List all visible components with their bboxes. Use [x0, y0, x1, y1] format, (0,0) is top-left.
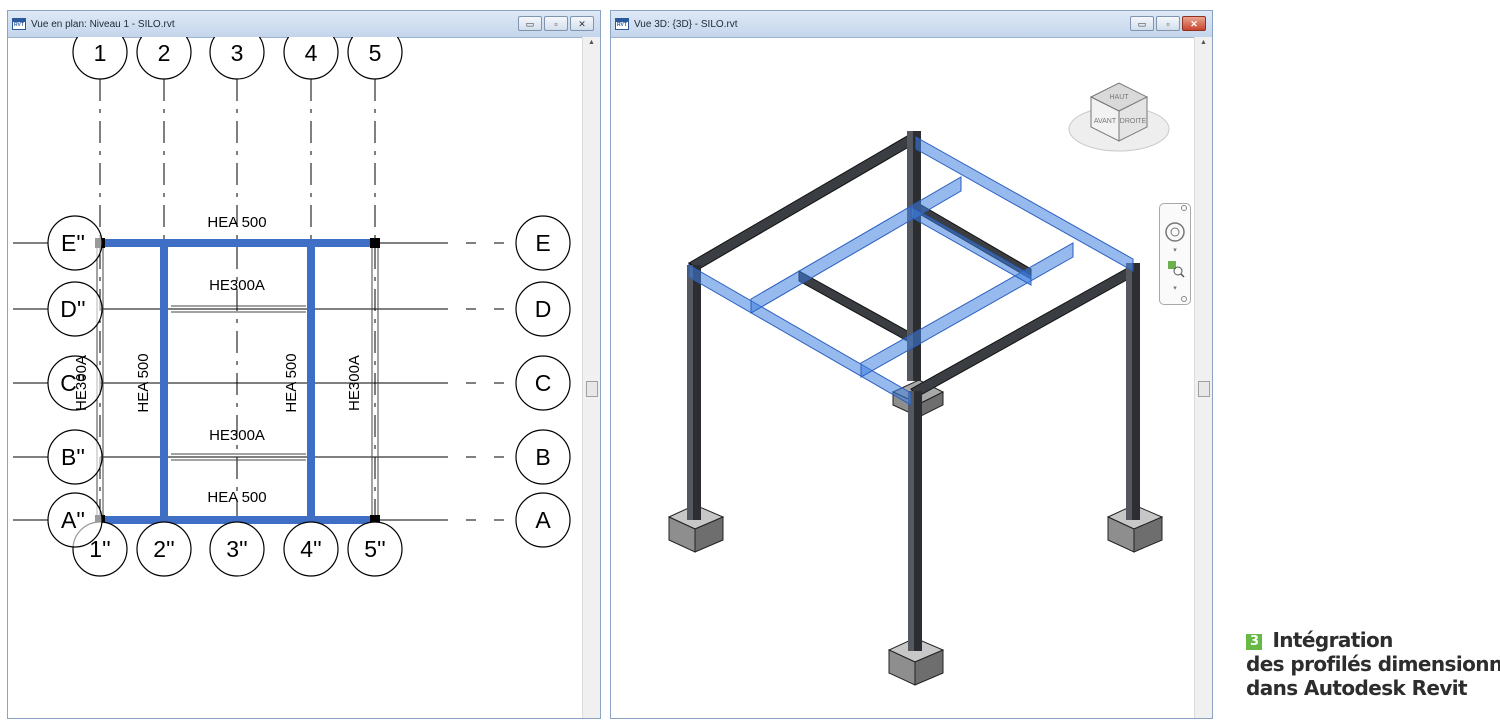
- caption-line-2: des profilés dimensionnés: [1246, 652, 1500, 676]
- selected-beam-back-right: [915, 136, 1134, 272]
- column-right: [1126, 263, 1140, 520]
- 3d-view-titlebar[interactable]: RVT Vue 3D: {3D} - SILO.rvt ▭ ▫ ✕: [611, 11, 1212, 38]
- grid-label-top-3: 3: [231, 40, 244, 66]
- grid-label-right-C: C: [535, 370, 552, 396]
- beam-label-lower-secondary: HE300A: [209, 427, 265, 444]
- scroll-thumb[interactable]: [586, 381, 598, 397]
- grid-label-left-A: A'': [61, 507, 85, 533]
- grid-label-top-5: 5: [369, 40, 382, 66]
- restore-button[interactable]: ▫: [544, 16, 568, 31]
- beam-left-vertical: [160, 239, 168, 524]
- beam-label-bottom: HEA 500: [207, 489, 266, 506]
- beam-top: [100, 239, 375, 247]
- beam-label-right-edge: HE300A: [346, 355, 363, 411]
- grid-label-right-E: E: [535, 230, 550, 256]
- vertical-grid-lines: [99, 79, 376, 547]
- grid-label-bottom-1: 1'': [89, 536, 111, 562]
- grid-label-right-A: A: [535, 507, 551, 533]
- grid-label-left-B: B'': [61, 444, 85, 470]
- navigation-bar[interactable]: ▾ ▾: [1159, 203, 1191, 305]
- caption-line-1: Intégration: [1272, 628, 1393, 652]
- beam-right-vertical: [307, 239, 315, 524]
- 3d-view-window[interactable]: RVT Vue 3D: {3D} - SILO.rvt ▭ ▫ ✕ HAUT A…: [610, 10, 1213, 719]
- grid-label-bottom-4: 4'': [300, 536, 322, 562]
- column-left: [687, 265, 701, 520]
- beam-label-right-vertical: HEA 500: [283, 353, 300, 412]
- viewcube-top-label[interactable]: HAUT: [1109, 94, 1129, 101]
- grid-label-right-B: B: [535, 444, 550, 470]
- beam-label-left-vertical: HEA 500: [135, 353, 152, 412]
- steering-wheel-icon[interactable]: [1165, 222, 1185, 242]
- svg-text:▾: ▾: [1173, 285, 1177, 292]
- svg-text:▾: ▾: [1173, 247, 1177, 254]
- viewcube-right-label[interactable]: DROITE: [1120, 118, 1147, 125]
- grid-label-top-1: 1: [94, 40, 107, 66]
- 3d-view-title: Vue 3D: {3D} - SILO.rvt: [634, 18, 738, 30]
- 3d-model: HAUT AVANT DROITE: [667, 82, 1170, 686]
- plan-view-scrollbar[interactable]: ▲: [582, 37, 600, 718]
- caption-line-3: dans Autodesk Revit: [1246, 676, 1468, 700]
- grid-label-right-D: D: [535, 296, 552, 322]
- zoom-dropdown-icon[interactable]: ▾: [1173, 285, 1177, 292]
- scroll-up-arrow-icon[interactable]: ▲: [1195, 39, 1212, 46]
- restore-button[interactable]: ▫: [1156, 16, 1180, 31]
- minimize-button[interactable]: ▭: [1130, 16, 1154, 31]
- selected-beam-front-left: [688, 264, 912, 406]
- navbar-options-icon[interactable]: [1181, 296, 1187, 302]
- 3d-view-canvas[interactable]: HAUT AVANT DROITE ▾ ▾: [611, 37, 1195, 718]
- navbar-close-icon[interactable]: [1181, 205, 1187, 211]
- plan-view-title: Vue en plan: Niveau 1 - SILO.rvt: [31, 18, 175, 30]
- revit-file-icon: RVT: [615, 18, 629, 30]
- plan-drawing: 1 2 3 4 5 1'' 2'' 3'' 4'' 5'' E'' D'' C'…: [13, 24, 571, 577]
- beam-label-upper-secondary: HE300A: [209, 277, 265, 294]
- close-button[interactable]: ✕: [570, 16, 594, 31]
- 3d-view-scrollbar[interactable]: ▲: [1194, 37, 1212, 718]
- figure-caption: 3 Intégration des profilés dimensionnés d…: [1246, 628, 1500, 700]
- viewcube-front-label[interactable]: AVANT: [1094, 118, 1117, 125]
- plan-view-window[interactable]: RVT Vue en plan: Niveau 1 - SILO.rvt ▭ ▫…: [7, 10, 601, 719]
- beam-label-top: HEA 500: [207, 214, 266, 231]
- selected-beam-inner-1: [750, 176, 962, 314]
- grid-label-bottom-3: 3'': [226, 536, 248, 562]
- close-button[interactable]: ✕: [1182, 16, 1206, 31]
- viewcube[interactable]: HAUT AVANT DROITE: [1068, 82, 1170, 152]
- grid-label-left-E: E'': [61, 230, 85, 256]
- scroll-thumb[interactable]: [1198, 381, 1210, 397]
- zoom-icon[interactable]: [1168, 261, 1185, 278]
- plan-view-titlebar[interactable]: RVT Vue en plan: Niveau 1 - SILO.rvt ▭ ▫…: [8, 11, 600, 38]
- grid-label-bottom-5: 5'': [364, 536, 386, 562]
- grid-label-top-4: 4: [305, 40, 318, 66]
- selected-beam-inner-2: [860, 242, 1074, 378]
- grid-label-left-D: D'': [60, 296, 85, 322]
- scroll-up-arrow-icon[interactable]: ▲: [583, 39, 600, 46]
- column-front: [908, 391, 922, 651]
- beam-label-left-edge: HE300A: [73, 355, 90, 411]
- grid-label-top-2: 2: [158, 40, 171, 66]
- revit-file-icon: RVT: [12, 18, 26, 30]
- plan-view-canvas[interactable]: 1 2 3 4 5 1'' 2'' 3'' 4'' 5'' E'' D'' C'…: [8, 24, 583, 718]
- wheel-dropdown-icon[interactable]: ▾: [1173, 247, 1177, 254]
- horizontal-grid-dashes: [438, 242, 516, 521]
- minimize-button[interactable]: ▭: [518, 16, 542, 31]
- selected-beam-inner-3: [910, 206, 1032, 286]
- grid-label-bottom-2: 2'': [153, 536, 175, 562]
- figure-number-badge: 3: [1246, 634, 1263, 650]
